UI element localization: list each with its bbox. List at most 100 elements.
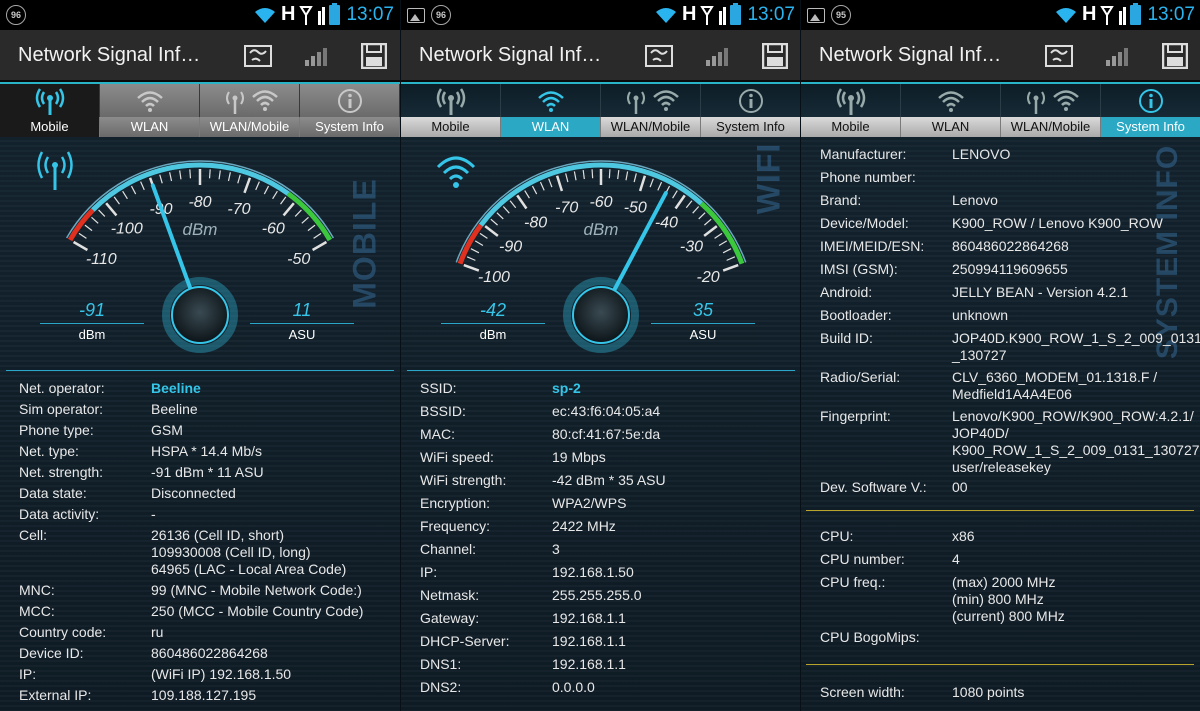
map-icon[interactable]: [242, 41, 274, 71]
gauge-tick: [113, 196, 120, 205]
antenna-wifi-icon: [626, 89, 679, 114]
tab-system-info[interactable]: System Info: [1101, 84, 1200, 137]
side-label: WIFI: [750, 142, 787, 215]
map-icon[interactable]: [1043, 41, 1075, 71]
gauge-tick: [608, 169, 611, 179]
info-value: 860486022864268: [151, 645, 268, 661]
gauge-tick: [573, 171, 577, 181]
save-icon[interactable]: [1159, 41, 1191, 71]
gauge-tick-label: -30: [680, 239, 703, 256]
info-key: Sim operator:: [19, 401, 104, 417]
gauge-tick: [218, 170, 221, 180]
gauge-tick: [714, 232, 723, 239]
gauge-tick: [307, 224, 316, 232]
gauge-tick: [625, 171, 629, 181]
gauge-tick: [704, 218, 712, 226]
tab-bar: Mobile WLAN WLAN/Mobile System Info: [801, 82, 1200, 137]
info-value: 109.188.127.195: [151, 687, 257, 703]
tab-wlan-mobile[interactable]: WLAN/Mobile: [200, 84, 300, 137]
gauge-tick-label: -100: [478, 269, 510, 286]
gauge-tick: [496, 212, 504, 220]
signal-bars-icon[interactable]: [701, 41, 733, 71]
gauge-tick: [227, 172, 231, 182]
screenshot-triptych: 96 H 13:07 Network Signal Inf… Mobile WL…: [0, 0, 1200, 711]
asu-label: ASU: [250, 323, 354, 342]
info-key: Net. strength:: [19, 464, 104, 480]
asu-readout: 35 ASU: [651, 300, 755, 342]
gauge-hub: [572, 286, 630, 344]
gauge-tick: [657, 181, 663, 191]
map-icon[interactable]: [643, 41, 675, 71]
tab-label: Mobile: [0, 117, 100, 137]
gauge-tick: [466, 256, 476, 261]
info-key: External IP:: [19, 687, 92, 703]
info-key: IMEI/MEID/ESN:: [820, 238, 925, 254]
wifi-icon: [436, 156, 476, 188]
tab-wlan[interactable]: WLAN: [501, 84, 601, 137]
gauge-tick: [490, 218, 498, 226]
info-key: Brand:: [820, 192, 862, 208]
info-key: Android:: [820, 284, 873, 300]
info-value: 250994119609655: [952, 261, 1068, 277]
tab-label: WLAN/Mobile: [601, 117, 701, 137]
info-key: Data state:: [19, 485, 87, 501]
dbm-label: dBm: [441, 323, 545, 342]
tab-wlan[interactable]: WLAN: [100, 84, 200, 137]
side-label: MOBILE: [346, 178, 383, 309]
info-value: Lenovo: [952, 192, 998, 208]
dbm-readout: -42 dBm: [441, 300, 545, 342]
app-title: Network Signal Inf…: [419, 44, 602, 66]
action-bar: Network Signal Inf…: [401, 30, 800, 82]
gauge-tick: [463, 263, 480, 272]
wlan-info-list: SSID: sp-2 BSSID: ec:43:f6:04:05:a4 MAC: 80:c…: [407, 370, 795, 695]
gauge-tick-label: -80: [524, 215, 547, 232]
info-key: Phone number:: [820, 169, 916, 185]
status-bar: 96 H 13:07: [401, 0, 800, 30]
gauge-tick: [301, 216, 309, 224]
gauge-tick: [130, 185, 137, 195]
image-icon: [807, 7, 825, 23]
gauge-tick: [474, 240, 484, 246]
gauge-tick: [674, 194, 686, 210]
tab-system-info[interactable]: System Info: [701, 84, 800, 137]
gauge-tick: [726, 256, 736, 261]
info-value: 2422 MHz: [552, 518, 616, 534]
tab-label: WLAN: [901, 117, 1001, 137]
tab-mobile[interactable]: Mobile: [801, 84, 901, 137]
gauge-tick: [524, 190, 530, 199]
info-icon: [1138, 88, 1163, 113]
network-type: H: [682, 3, 697, 25]
signal-bars-icon[interactable]: [1101, 41, 1133, 71]
gauge-tick: [516, 194, 528, 210]
tab-mobile[interactable]: Mobile: [401, 84, 501, 137]
gauge-tick: [718, 240, 728, 246]
dbm-value: -91: [78, 300, 105, 320]
wifi-icon: [255, 7, 275, 23]
tab-system-info[interactable]: System Info: [300, 84, 400, 137]
info-icon: [738, 88, 763, 113]
info-key: Net. operator:: [19, 380, 105, 396]
signal-bars-icon[interactable]: [300, 41, 332, 71]
tab-wlan[interactable]: WLAN: [901, 84, 1001, 137]
screen-system-info: 95 H 13:07 Network Signal Inf… Mobile WL…: [800, 0, 1200, 711]
gauge-tick: [722, 248, 732, 254]
battery-icon: [1130, 2, 1142, 25]
tab-label: WLAN: [501, 117, 601, 137]
gauge-tick: [72, 240, 89, 252]
tab-mobile[interactable]: Mobile: [0, 84, 100, 137]
status-bar: 95 H 13:07: [801, 0, 1200, 30]
gauge-tick: [685, 200, 693, 209]
save-icon[interactable]: [358, 41, 390, 71]
info-value: Beeline: [151, 380, 201, 396]
clock: 13:07: [747, 3, 795, 25]
action-bar: Network Signal Inf…: [801, 30, 1200, 82]
gauge-tick: [282, 202, 295, 217]
gauge-tick: [649, 178, 654, 188]
gauge-tick: [633, 173, 637, 183]
tab-wlan-mobile[interactable]: WLAN/Mobile: [601, 84, 701, 137]
info-value: 1080 points: [952, 684, 1025, 700]
tab-wlan-mobile[interactable]: WLAN/Mobile: [1001, 84, 1101, 137]
gauge-tick: [502, 206, 510, 214]
save-icon[interactable]: [759, 41, 791, 71]
info-key: Device/Model:: [820, 215, 909, 231]
